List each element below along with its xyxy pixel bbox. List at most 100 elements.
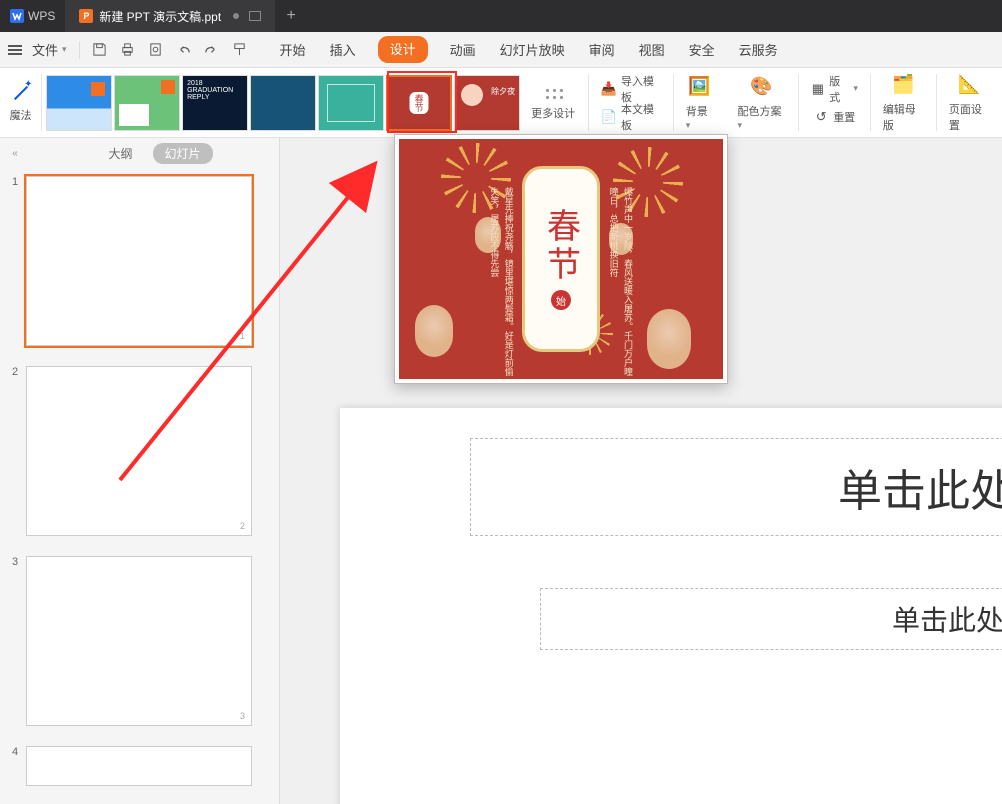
magic-wand-icon (11, 83, 31, 103)
page-setup-button[interactable]: 📐 页面设置 (937, 68, 1002, 137)
template-thumb-7[interactable] (454, 75, 520, 131)
thumb-page: 3 (240, 711, 245, 721)
template-thumb-6[interactable] (386, 75, 452, 131)
save-icon[interactable] (88, 38, 112, 62)
page-setup-label: 页面设置 (949, 101, 990, 133)
reset-icon: ↺ (813, 109, 829, 125)
divider (79, 41, 80, 59)
tab-start[interactable]: 开始 (278, 36, 308, 63)
app-brand[interactable]: WPS (0, 0, 65, 32)
side-tabs: « 大纲 幻灯片 (0, 138, 279, 168)
thumb-preview[interactable]: 3 (26, 556, 252, 726)
local-label: 本文模板 (621, 101, 661, 133)
format-painter-icon[interactable] (228, 38, 252, 62)
preview-content: 戴星先捧祝尧觞，镜里堪惊两鬓霜。好是灯前偷失笑，屠苏应不得先尝 爆竹声中一岁除，… (399, 139, 723, 379)
thumbnail-list[interactable]: 1 1 2 2 3 3 4 (0, 168, 279, 804)
slide-thumb-3[interactable]: 3 3 (12, 556, 267, 726)
print-icon[interactable] (116, 38, 140, 62)
template-gallery: 2018 GRADUATION REPLY 更多设计 (42, 68, 588, 137)
page-setup-icon: 📐 (957, 73, 981, 97)
template-io-group: 📥 导入模板 📄 本文模板 (589, 68, 673, 137)
slide-thumb-1[interactable]: 1 1 (12, 176, 267, 346)
slides-tab[interactable]: 幻灯片 (153, 143, 213, 164)
background-icon: 🖼️ (688, 75, 712, 99)
magic-button[interactable]: 魔法 (0, 68, 41, 137)
edit-master-label: 编辑母版 (883, 101, 924, 133)
lantern-icon (415, 305, 453, 357)
template-thumb-4[interactable] (250, 75, 316, 131)
chevron-down-icon: ▾ (853, 83, 858, 94)
template-icon: 📄 (601, 109, 617, 125)
thumb-number: 4 (12, 746, 26, 786)
ribbon: 魔法 2018 GRADUATION REPLY 更多设计 📥 导入模板 📄 本… (0, 68, 1002, 138)
template-thumb-1[interactable] (46, 75, 112, 131)
slide[interactable]: 单击此处添加 单击此处添加副 (340, 408, 1002, 804)
slide-thumb-2[interactable]: 2 2 (12, 366, 267, 536)
preview-scroll: 春节 始 (522, 166, 600, 352)
import-icon: 📥 (601, 81, 617, 97)
template-thumb-3-sub: GRADUATION REPLY (187, 87, 243, 101)
thumb-number: 1 (12, 176, 26, 346)
thumb-page: 2 (240, 521, 245, 531)
thumb-number: 3 (12, 556, 26, 726)
thumb-preview[interactable]: 2 (26, 366, 252, 536)
magic-label: 魔法 (10, 107, 32, 123)
tab-view[interactable]: 视图 (637, 36, 667, 63)
format-label: 版式 (829, 73, 849, 105)
thumb-preview[interactable] (26, 746, 252, 786)
layout-icon: ▦ (811, 81, 826, 97)
tab-insert[interactable]: 插入 (328, 36, 358, 63)
layout-group: ▦ 版式 ▾ ↺ 重置 (799, 68, 870, 137)
local-template-button[interactable]: 📄 本文模板 (601, 103, 661, 131)
redo-icon[interactable] (200, 38, 224, 62)
subtitle-placeholder[interactable]: 单击此处添加副 (540, 588, 1002, 650)
color-scheme-button[interactable]: 🎨 配色方案 ▾ (725, 68, 797, 137)
chevron-down-icon: ▾ (62, 44, 67, 55)
template-thumb-2[interactable] (114, 75, 180, 131)
format-button[interactable]: ▦ 版式 ▾ (811, 75, 858, 103)
tab-design[interactable]: 设计 (378, 36, 428, 63)
grid-icon (542, 85, 564, 101)
file-menu[interactable]: 文件 ▾ (26, 40, 73, 59)
wps-logo-icon (10, 9, 24, 23)
tab-animation[interactable]: 动画 (448, 36, 478, 63)
tab-security[interactable]: 安全 (687, 36, 717, 63)
collapse-chevron-icon[interactable]: « (8, 148, 22, 159)
more-design-label: 更多设计 (531, 105, 575, 121)
chevron-down-icon: ▾ (737, 120, 742, 130)
new-tab-button[interactable]: + (275, 7, 307, 25)
template-preview-popover: 戴星先捧祝尧觞，镜里堪惊两鬓霜。好是灯前偷失笑，屠苏应不得先尝 爆竹声中一岁除，… (394, 134, 728, 384)
thumb-preview[interactable]: 1 (26, 176, 252, 346)
tab-restore-icon[interactable] (249, 11, 261, 21)
reset-label: 重置 (833, 109, 855, 125)
lantern-icon (647, 309, 691, 369)
reset-button[interactable]: ↺ 重置 (813, 103, 855, 131)
slide-thumb-4[interactable]: 4 (12, 746, 267, 786)
title-placeholder[interactable]: 单击此处添加 (470, 438, 1002, 536)
preview-title: 春节 (537, 208, 586, 284)
edit-master-button[interactable]: 🗂️ 编辑母版 (871, 68, 936, 137)
titlebar: WPS P 新建 PPT 演示文稿.ppt + (0, 0, 1002, 32)
template-thumb-3-year: 2018 (187, 80, 243, 87)
master-icon: 🗂️ (891, 73, 915, 97)
chevron-down-icon: ▾ (686, 120, 691, 130)
menu-bar: 文件 ▾ 开始 插入 设计 动画 幻灯片放映 审阅 视图 安全 云服务 (0, 32, 1002, 68)
import-template-button[interactable]: 📥 导入模板 (601, 75, 661, 103)
document-tab[interactable]: P 新建 PPT 演示文稿.ppt (65, 0, 275, 32)
undo-icon[interactable] (172, 38, 196, 62)
background-label: 背景 (686, 106, 708, 118)
outline-tab[interactable]: 大纲 (104, 143, 136, 164)
document-tab-label: 新建 PPT 演示文稿.ppt (99, 8, 221, 25)
preview-left-text: 戴星先捧祝尧觞，镜里堪惊两鬓霜。好是灯前偷失笑，屠苏应不得先尝 (487, 187, 516, 379)
background-button[interactable]: 🖼️ 背景 ▾ (674, 68, 726, 137)
tab-slideshow[interactable]: 幻灯片放映 (498, 36, 567, 63)
hamburger-icon[interactable] (8, 45, 22, 55)
color-label: 配色方案 (737, 106, 781, 118)
more-design-button[interactable]: 更多设计 (522, 75, 584, 131)
tab-review[interactable]: 审阅 (587, 36, 617, 63)
print-preview-icon[interactable] (144, 38, 168, 62)
template-thumb-5[interactable] (318, 75, 384, 131)
template-thumb-3[interactable]: 2018 GRADUATION REPLY (182, 75, 248, 131)
palette-icon: 🎨 (750, 75, 774, 99)
tab-cloud[interactable]: 云服务 (737, 36, 780, 63)
